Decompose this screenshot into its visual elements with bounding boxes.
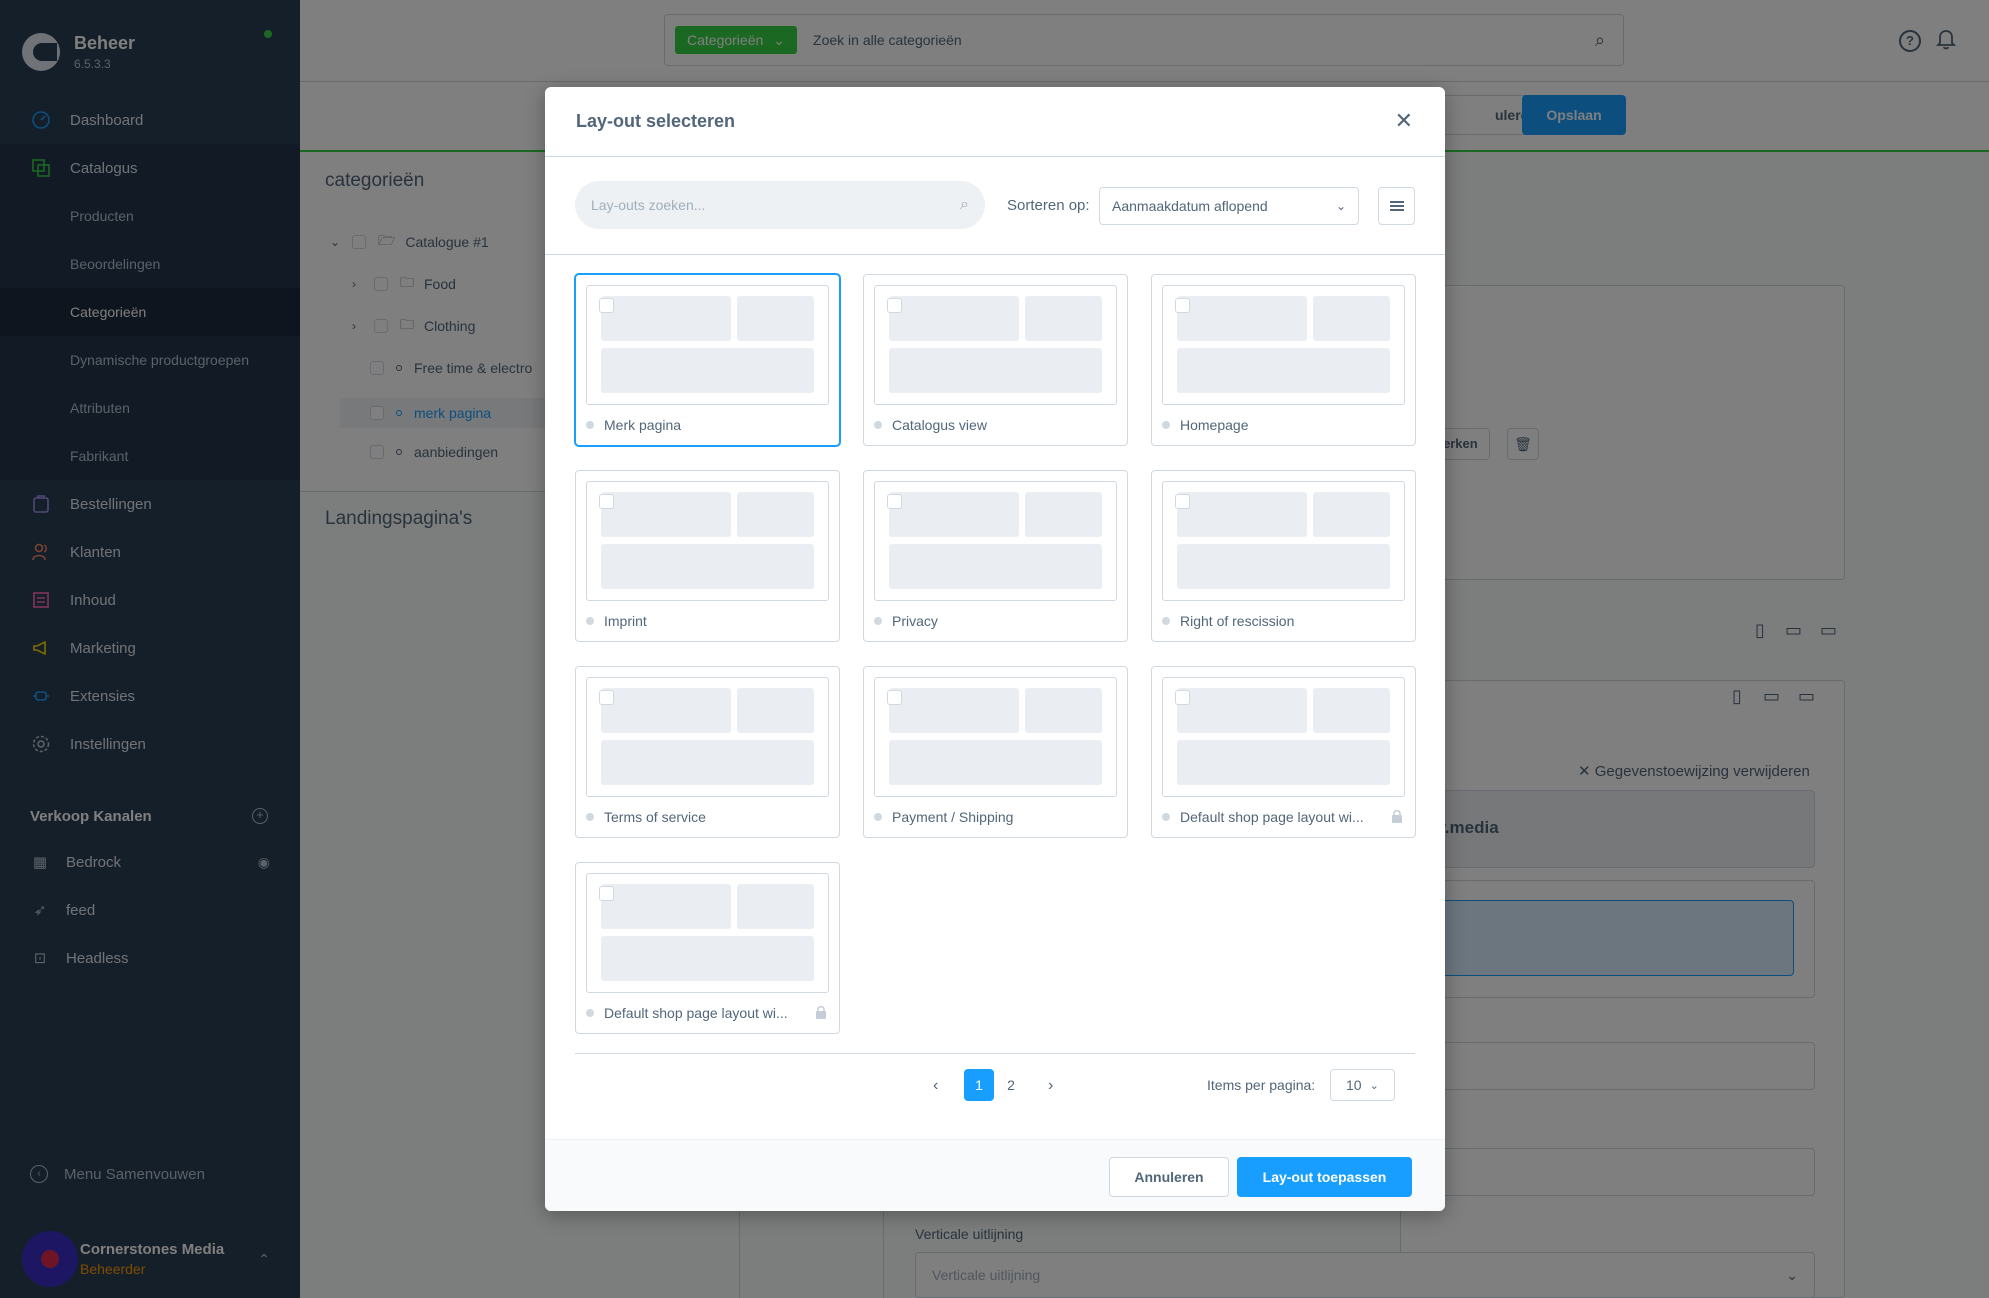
layout-card[interactable]: Right of rescission [1151,470,1416,642]
chevron-down-icon: ⌄ [1369,1079,1379,1092]
layout-preview [586,481,829,601]
layout-search-input[interactable]: Lay-outs zoeken... ⌕ [575,181,985,229]
status-dot-icon [1162,421,1170,429]
layout-card[interactable]: Imprint [575,470,840,642]
layout-name: Merk pagina [604,417,682,433]
layout-preview [874,677,1117,797]
layout-name: Default shop page layout wi... [604,1005,788,1021]
apply-layout-button[interactable]: Lay-out toepassen [1237,1157,1412,1197]
layout-name: Terms of service [604,809,706,825]
status-dot-icon [874,421,882,429]
layout-checkbox[interactable] [599,886,614,901]
lock-icon [816,1005,826,1019]
layout-name: Right of rescission [1180,613,1295,629]
items-per-page-label: Items per pagina: [1207,1077,1316,1093]
layout-preview [586,677,829,797]
layout-search-placeholder: Lay-outs zoeken... [591,197,706,213]
layout-name: Payment / Shipping [892,809,1014,825]
layout-card[interactable]: Payment / Shipping [863,666,1128,838]
layout-label: Privacy [874,613,1114,629]
status-dot-icon [874,617,882,625]
layout-label: Default shop page layout wi... [1162,809,1402,825]
layout-label: Merk pagina [586,417,826,433]
layout-checkbox[interactable] [887,494,902,509]
layout-checkbox[interactable] [599,494,614,509]
layout-checkbox[interactable] [1175,494,1190,509]
items-per-page-value: 10 [1346,1077,1362,1093]
sort-select[interactable]: Aanmaakdatum aflopend ⌄ [1099,187,1359,225]
layout-card[interactable]: Terms of service [575,666,840,838]
page-button-active[interactable]: 1 [964,1069,994,1101]
layout-label: Terms of service [586,809,826,825]
layout-checkbox[interactable] [887,690,902,705]
search-icon: ⌕ [960,196,969,213]
modal-header: Lay-out selecteren ✕ [545,87,1445,157]
modal-footer: Annuleren Lay-out toepassen [545,1139,1445,1211]
layout-label: Default shop page layout wi... [586,1005,826,1021]
pagination: ‹ 1 2 › Items per pagina: 10 ⌄ [545,1069,1445,1105]
layout-card[interactable]: Privacy [863,470,1128,642]
status-dot-icon [874,813,882,821]
layout-label: Catalogus view [874,417,1114,433]
list-icon [1389,201,1404,211]
sort-value: Aanmaakdatum aflopend [1112,198,1268,214]
status-dot-icon [1162,813,1170,821]
layout-checkbox[interactable] [1175,690,1190,705]
layout-checkbox[interactable] [599,690,614,705]
layout-name: Privacy [892,613,938,629]
list-view-toggle[interactable] [1378,187,1415,225]
lock-icon [1392,809,1402,823]
layout-preview [586,873,829,993]
status-dot-icon [586,813,594,821]
layout-checkbox[interactable] [1175,298,1190,313]
layout-label: Right of rescission [1162,613,1402,629]
layout-select-modal: Lay-out selecteren ✕ Lay-outs zoeken... … [545,87,1445,1211]
close-icon[interactable]: ✕ [1395,110,1413,132]
layout-preview [874,285,1117,405]
status-dot-icon [586,421,594,429]
layout-checkbox[interactable] [599,298,614,313]
status-dot-icon [586,1009,594,1017]
layout-label: Payment / Shipping [874,809,1114,825]
layout-preview [1162,285,1405,405]
layout-card[interactable]: Homepage [1151,274,1416,446]
layout-name: Homepage [1180,417,1249,433]
chevron-right-icon[interactable]: › [1048,1077,1053,1095]
page-button[interactable]: 2 [996,1069,1026,1101]
layout-preview [874,481,1117,601]
layout-card[interactable]: Catalogus view [863,274,1128,446]
layout-card[interactable]: Default shop page layout wi... [575,862,840,1034]
modal-toolbar: Lay-outs zoeken... ⌕ Sorteren op: Aanmaa… [545,157,1445,255]
layout-name: Default shop page layout wi... [1180,809,1364,825]
items-per-page-select[interactable]: 10 ⌄ [1330,1069,1395,1101]
cancel-button[interactable]: Annuleren [1109,1157,1229,1197]
layout-name: Catalogus view [892,417,987,433]
status-dot-icon [586,617,594,625]
layout-card[interactable]: Merk pagina [575,274,840,446]
modal-title: Lay-out selecteren [576,111,736,131]
layout-name: Imprint [604,613,647,629]
layout-card[interactable]: Default shop page layout wi... [1151,666,1416,838]
layout-label: Imprint [586,613,826,629]
layout-preview [1162,677,1405,797]
layout-preview [586,285,829,405]
layout-checkbox[interactable] [887,298,902,313]
layout-preview [1162,481,1405,601]
status-dot-icon [1162,617,1170,625]
chevron-down-icon: ⌄ [1335,199,1346,213]
chevron-left-icon[interactable]: ‹ [933,1077,938,1095]
layout-label: Homepage [1162,417,1402,433]
sort-label: Sorteren op: [1007,197,1090,214]
divider [575,1053,1415,1054]
